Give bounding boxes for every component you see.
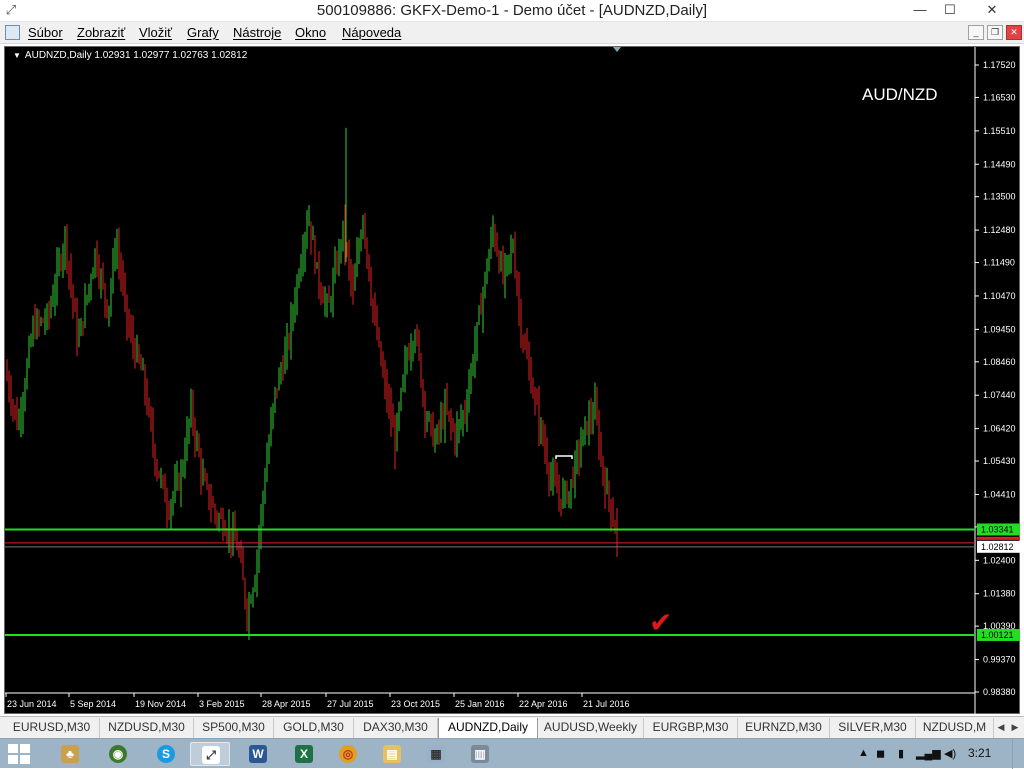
explorer-icon[interactable]: ▤ (372, 742, 412, 766)
show-desktop-button[interactable] (1012, 739, 1024, 769)
chart-header: ▼ AUDNZD,Daily 1.02931 1.02977 1.02763 1.… (13, 50, 247, 61)
price-label: 1.07440 (983, 390, 1016, 400)
price-label: 1.16530 (983, 92, 1016, 102)
date-label: 19 Nov 2014 (135, 699, 186, 709)
date-label: 5 Sep 2014 (70, 699, 116, 709)
mdi-close-button[interactable]: ✕ (1006, 25, 1022, 40)
tab-audnzd-daily[interactable]: AUDNZD,Daily (438, 718, 538, 738)
checkmark-icon: ✔ (649, 607, 673, 638)
price-label: 1.10470 (983, 291, 1016, 301)
tab-eurnzd-m30[interactable]: EURNZD,M30 (738, 718, 830, 738)
calculator-icon[interactable]: ▥ (460, 742, 500, 766)
tab-audusd-weekly[interactable]: AUDUSD,Weekly (538, 718, 644, 738)
price-label: 0.99370 (983, 655, 1016, 665)
taskbar: ♣ ◉ S ⤢ W X ◎ ▤ ▦ ▥ ▲ ◼ ▮ ▂▄▆ ◀) 3:21 (0, 738, 1024, 769)
taskbar-clock[interactable]: 3:21 (968, 746, 991, 760)
price-label: 1.13500 (983, 192, 1016, 202)
price-label: 1.14490 (983, 159, 1016, 169)
date-label: 23 Oct 2015 (391, 699, 440, 709)
tab-dax30-m30[interactable]: DAX30,M30 (354, 718, 438, 738)
menu-okno[interactable]: Okno (295, 25, 326, 40)
maximize-button[interactable]: ☐ (936, 0, 964, 20)
close-button[interactable]: ✕ (966, 0, 1018, 20)
price-label: 1.01380 (983, 589, 1016, 599)
document-icon[interactable] (5, 25, 20, 40)
price-label: 0.98380 (983, 687, 1016, 697)
price-label: 1.12480 (983, 225, 1016, 235)
pair-label: AUD/NZD (862, 85, 938, 104)
word-icon[interactable]: W (238, 742, 278, 766)
date-label: 28 Apr 2015 (262, 699, 311, 709)
tab-eurgbp-m30[interactable]: EURGBP,M30 (644, 718, 738, 738)
chart-shift-marker (613, 47, 621, 52)
battery-icon[interactable]: ▮ (898, 747, 904, 760)
date-label: 22 Apr 2016 (519, 699, 568, 709)
network-icon[interactable]: ▂▄▆ (916, 747, 941, 760)
date-label: 23 Jun 2014 (7, 699, 57, 709)
level-tag-current: 1.02812 (981, 542, 1014, 552)
chart-ohlc-readout: AUDNZD,Daily 1.02931 1.02977 1.02763 1.0… (24, 50, 248, 61)
date-label: 3 Feb 2015 (199, 699, 245, 709)
window-title: 500109886: GKFX-Demo-1 - Demo účet - [AU… (316, 2, 708, 19)
windows-start-icon[interactable] (8, 744, 30, 764)
price-label: 1.15510 (983, 126, 1016, 136)
menu-bar: Súbor Zobraziť Vložiť Grafy Nástroje Okn… (0, 22, 1024, 44)
bid-tag (977, 536, 1020, 540)
menu-grafy[interactable]: Grafy (187, 25, 219, 40)
volume-icon[interactable]: ◀) (944, 747, 956, 760)
mdi-restore-button[interactable]: ❐ (987, 25, 1003, 40)
tab-scroll-right-icon[interactable]: ▶ (1008, 720, 1022, 735)
price-label: 1.05430 (983, 456, 1016, 466)
tray-arrow-icon[interactable]: ▲ (858, 747, 869, 759)
skype-icon[interactable]: S (146, 742, 186, 766)
date-label: 21 Jul 2016 (583, 699, 630, 709)
chart-canvas[interactable]: 1.17520 1.16530 1.15510 1.14490 1.13500 1.124… (5, 47, 1021, 715)
menu-napoveda[interactable]: Nápoveda (342, 25, 401, 40)
tray-app-icon[interactable]: ◼ (876, 747, 885, 760)
price-label: 1.02400 (983, 555, 1016, 565)
games-icon[interactable]: ♣ (50, 742, 90, 766)
chart-tabs: EURUSD,M30 NZDUSD,M30 SP500,M30 GOLD,M30… (0, 716, 1024, 738)
metatrader-icon[interactable]: ⤢ (190, 742, 230, 766)
price-label: 1.04410 (983, 489, 1016, 499)
date-label: 25 Jan 2016 (455, 699, 505, 709)
title-bar: ⤢ 500109886: GKFX-Demo-1 - Demo účet - [… (0, 0, 1024, 22)
tab-gold-m30[interactable]: GOLD,M30 (274, 718, 354, 738)
tab-scroll-left-icon[interactable]: ◀ (994, 720, 1008, 735)
price-chart[interactable]: 1.17520 1.16530 1.15510 1.14490 1.13500 1.124… (4, 46, 1021, 715)
price-label: 1.06420 (983, 424, 1016, 434)
chrome-icon[interactable]: ◎ (328, 742, 368, 766)
level-tag-upper: 1.03341 (981, 524, 1014, 534)
level-tag-lower: 1.00121 (981, 630, 1014, 640)
menu-vlozit[interactable]: Vložiť (139, 25, 172, 40)
price-label: 1.17520 (983, 60, 1016, 70)
tab-silver-m30[interactable]: SILVER,M30 (830, 718, 916, 738)
menu-nastroje[interactable]: Nástroje (233, 25, 281, 40)
minimize-button[interactable]: — (906, 0, 934, 20)
price-label: 1.11490 (983, 258, 1015, 268)
price-label: 1.09450 (983, 324, 1016, 334)
price-marker-bracket (555, 455, 573, 459)
tab-nzdusd-m[interactable]: NZDUSD,M (916, 718, 994, 738)
menu-zobrazit[interactable]: Zobraziť (77, 25, 125, 40)
tab-sp500-m30[interactable]: SP500,M30 (194, 718, 274, 738)
menu-subor[interactable]: Súbor (28, 25, 63, 40)
dropdown-arrow-icon[interactable]: ▼ (13, 51, 21, 60)
mdi-minimize-button[interactable]: _ (968, 25, 984, 40)
shield-icon[interactable]: ◉ (98, 742, 138, 766)
outlook-icon[interactable]: ▦ (416, 742, 456, 766)
price-label: 1.08460 (983, 357, 1016, 367)
tab-eurusd-m30[interactable]: EURUSD,M30 (4, 718, 100, 738)
tab-nzdusd-m30[interactable]: NZDUSD,M30 (100, 718, 194, 738)
date-label: 27 Jul 2015 (327, 699, 374, 709)
excel-icon[interactable]: X (284, 742, 324, 766)
